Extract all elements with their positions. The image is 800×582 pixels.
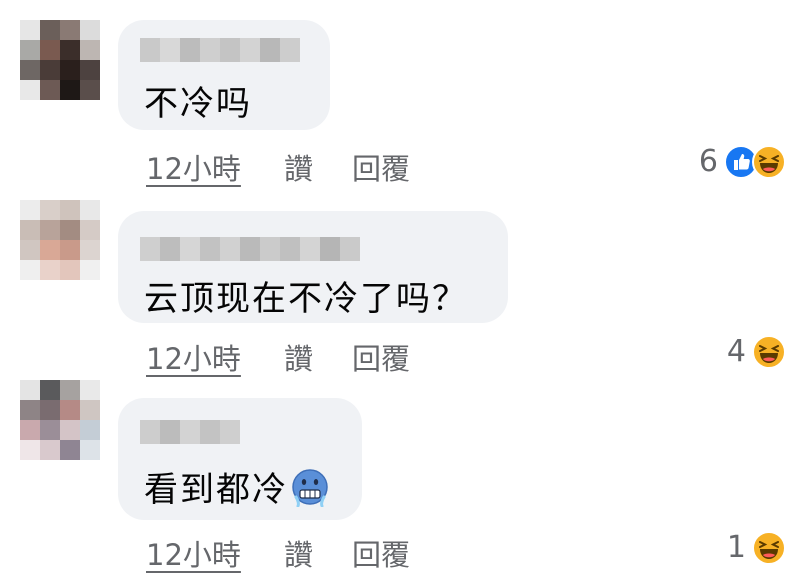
comment-text-row: 看到都冷	[144, 462, 330, 511]
author-name-blurred[interactable]	[140, 237, 360, 261]
reaction-summary[interactable]: 6	[699, 144, 786, 179]
avatar[interactable]	[20, 20, 100, 100]
comment-text: 不冷吗	[144, 84, 252, 124]
reply-button[interactable]: 回覆	[352, 532, 410, 574]
reaction-count: 4	[726, 334, 746, 369]
haha-icon	[752, 144, 786, 179]
timestamp-link[interactable]: 12小時	[146, 146, 241, 188]
comment-bubble: 云顶现在不冷了吗？	[118, 211, 508, 323]
reaction-count: 1	[726, 530, 746, 565]
like-button[interactable]: 讚	[284, 532, 313, 574]
author-name-blurred[interactable]	[140, 38, 300, 62]
cold-face-emoji-icon	[292, 468, 328, 507]
comment-text: 云顶现在不冷了吗？	[144, 279, 468, 319]
haha-icon	[752, 334, 786, 369]
timestamp-link[interactable]: 12小時	[146, 532, 241, 574]
comment-bubble: 看到都冷	[118, 398, 362, 520]
like-button[interactable]: 讚	[284, 146, 313, 188]
reaction-count: 6	[698, 144, 718, 179]
comment-bubble: 不冷吗	[118, 20, 330, 130]
reaction-summary[interactable]: 4	[727, 334, 786, 369]
comment-text: 看到都冷	[144, 470, 288, 510]
timestamp-link[interactable]: 12小時	[146, 336, 241, 378]
comment-actions: 12小時 讚 回覆	[146, 146, 786, 186]
avatar[interactable]	[20, 380, 100, 460]
author-name-blurred[interactable]	[140, 420, 240, 444]
reaction-summary[interactable]: 1	[727, 530, 786, 565]
reply-button[interactable]: 回覆	[352, 336, 410, 378]
haha-icon	[752, 530, 786, 565]
like-button[interactable]: 讚	[284, 336, 313, 378]
comment-actions: 12小時 讚 回覆	[146, 336, 786, 376]
reply-button[interactable]: 回覆	[352, 146, 410, 188]
avatar[interactable]	[20, 200, 100, 280]
comment-actions: 12小時 讚 回覆	[146, 532, 786, 572]
